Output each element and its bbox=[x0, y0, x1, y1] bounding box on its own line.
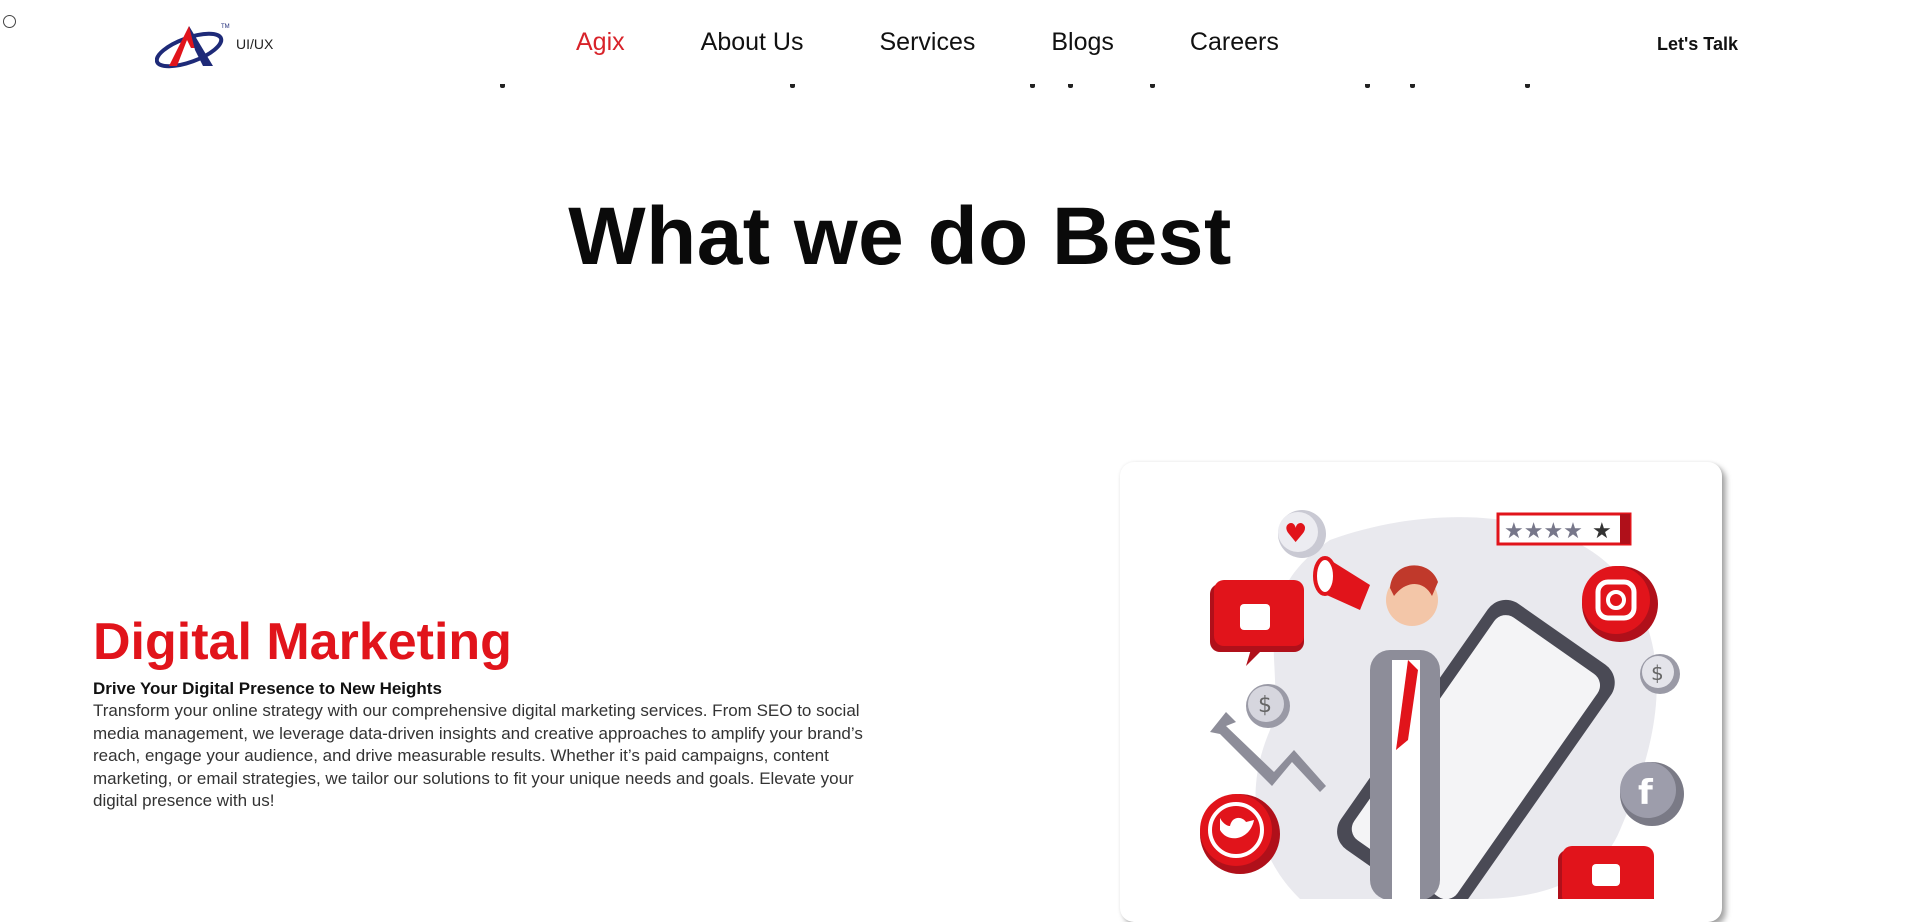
nav-item-agix[interactable]: Agix bbox=[576, 28, 625, 57]
brand-logo[interactable]: TM UI/UX bbox=[154, 20, 285, 72]
svg-text:TM: TM bbox=[221, 24, 230, 30]
rating-stars-icon: ★★★★ ★ bbox=[1496, 512, 1632, 546]
digital-marketing-illustration: ★★★★ ★ ♥ $ $ f bbox=[1200, 510, 1684, 899]
svg-text:♥: ♥ bbox=[1284, 519, 1307, 549]
nav-item-blogs[interactable]: Blogs bbox=[1051, 28, 1114, 57]
nav-item-services[interactable]: Services bbox=[879, 28, 975, 57]
logo-text: UI/UX bbox=[236, 36, 274, 52]
site-header: TM UI/UX Agix About Us Services Blogs Ca… bbox=[0, 0, 1908, 90]
svg-text:★★★★: ★★★★ bbox=[1504, 519, 1583, 544]
dollar-coin-icon: $ bbox=[1640, 654, 1680, 694]
instagram-icon bbox=[1582, 566, 1658, 642]
nav-item-careers[interactable]: Careers bbox=[1190, 28, 1279, 57]
svg-text:$: $ bbox=[1258, 693, 1272, 718]
nav-item-about-us[interactable]: About Us bbox=[701, 28, 804, 57]
thumbs-down-icon bbox=[1558, 846, 1654, 899]
service-title: Digital Marketing bbox=[93, 613, 512, 671]
logo-mark-icon: TM bbox=[154, 24, 230, 69]
service-description: Transform your online strategy with our … bbox=[93, 701, 863, 811]
facebook-icon: f bbox=[1620, 762, 1684, 826]
main-nav: Agix About Us Services Blogs Careers bbox=[576, 28, 1355, 57]
twitter-icon bbox=[1200, 794, 1280, 874]
heart-icon: ♥ bbox=[1278, 510, 1326, 558]
service-subtitle: Drive Your Digital Presence to New Heigh… bbox=[93, 679, 442, 698]
lets-talk-button[interactable]: Let's Talk bbox=[1657, 34, 1738, 55]
svg-text:f: f bbox=[1638, 773, 1654, 813]
svg-text:$: $ bbox=[1651, 661, 1664, 685]
clipped-text-strip bbox=[0, 84, 1908, 92]
svg-text:★: ★ bbox=[1592, 519, 1612, 544]
dollar-coin-icon: $ bbox=[1246, 684, 1290, 728]
section-title: What we do Best bbox=[568, 191, 1232, 282]
